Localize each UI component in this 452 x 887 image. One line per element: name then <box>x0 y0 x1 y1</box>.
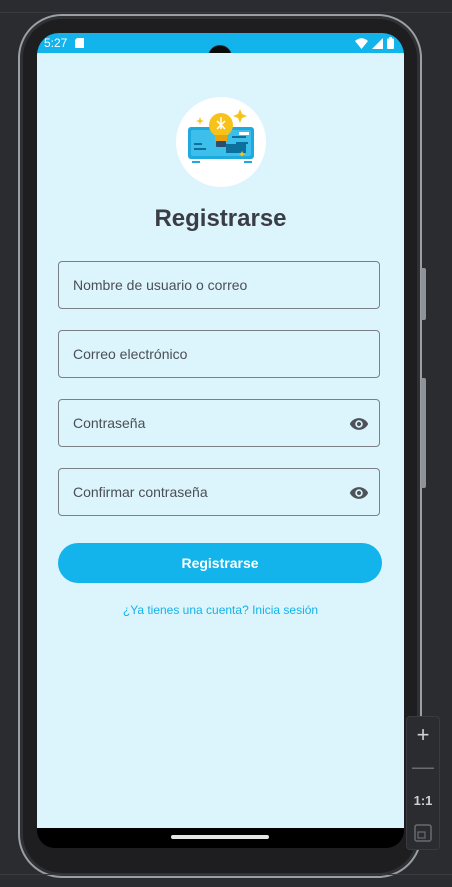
lightbulb-board-icon <box>188 109 254 163</box>
status-icons <box>355 37 394 49</box>
emulator-zoom-panel: + — 1:1 <box>406 716 440 850</box>
zoom-in-button[interactable]: + <box>407 721 439 749</box>
username-field[interactable] <box>58 261 380 309</box>
email-input[interactable] <box>59 331 379 377</box>
signal-icon <box>372 37 383 49</box>
confirm-password-input[interactable] <box>59 469 379 515</box>
password-field[interactable] <box>58 399 380 447</box>
home-handle[interactable] <box>171 835 269 839</box>
login-link[interactable]: ¿Ya tienes una cuenta? Inicia sesión <box>37 603 404 617</box>
actual-size-button[interactable]: 1:1 <box>407 787 439 815</box>
sd-card-icon <box>75 38 84 48</box>
volume-rocker[interactable] <box>421 378 426 488</box>
power-button[interactable] <box>421 268 426 320</box>
show-password-icon[interactable] <box>349 414 369 434</box>
username-input[interactable] <box>59 262 379 308</box>
wifi-icon <box>355 37 368 49</box>
toolbar-divider-bottom <box>0 874 452 875</box>
fit-screen-icon <box>414 824 432 842</box>
page-title: Registrarse <box>154 205 287 232</box>
battery-icon <box>387 37 394 49</box>
email-field[interactable] <box>58 330 380 378</box>
app-logo <box>176 97 266 187</box>
zoom-out-button[interactable]: — <box>407 753 439 781</box>
zoom-fit-button[interactable] <box>407 819 439 847</box>
register-button[interactable]: Registrarse <box>58 543 382 583</box>
register-screen: Registrarse Registrarse ¿Ya tienes una c… <box>37 53 404 828</box>
password-input[interactable] <box>59 400 379 446</box>
show-confirm-password-icon[interactable] <box>349 483 369 503</box>
gesture-nav-bar <box>37 828 404 848</box>
device-screen: 5:27 Registrarse Nombre de usuario o cor… <box>37 33 404 848</box>
toolbar-divider-top <box>0 12 452 13</box>
status-time: 5:27 <box>44 36 68 50</box>
confirm-password-field[interactable] <box>58 468 380 516</box>
